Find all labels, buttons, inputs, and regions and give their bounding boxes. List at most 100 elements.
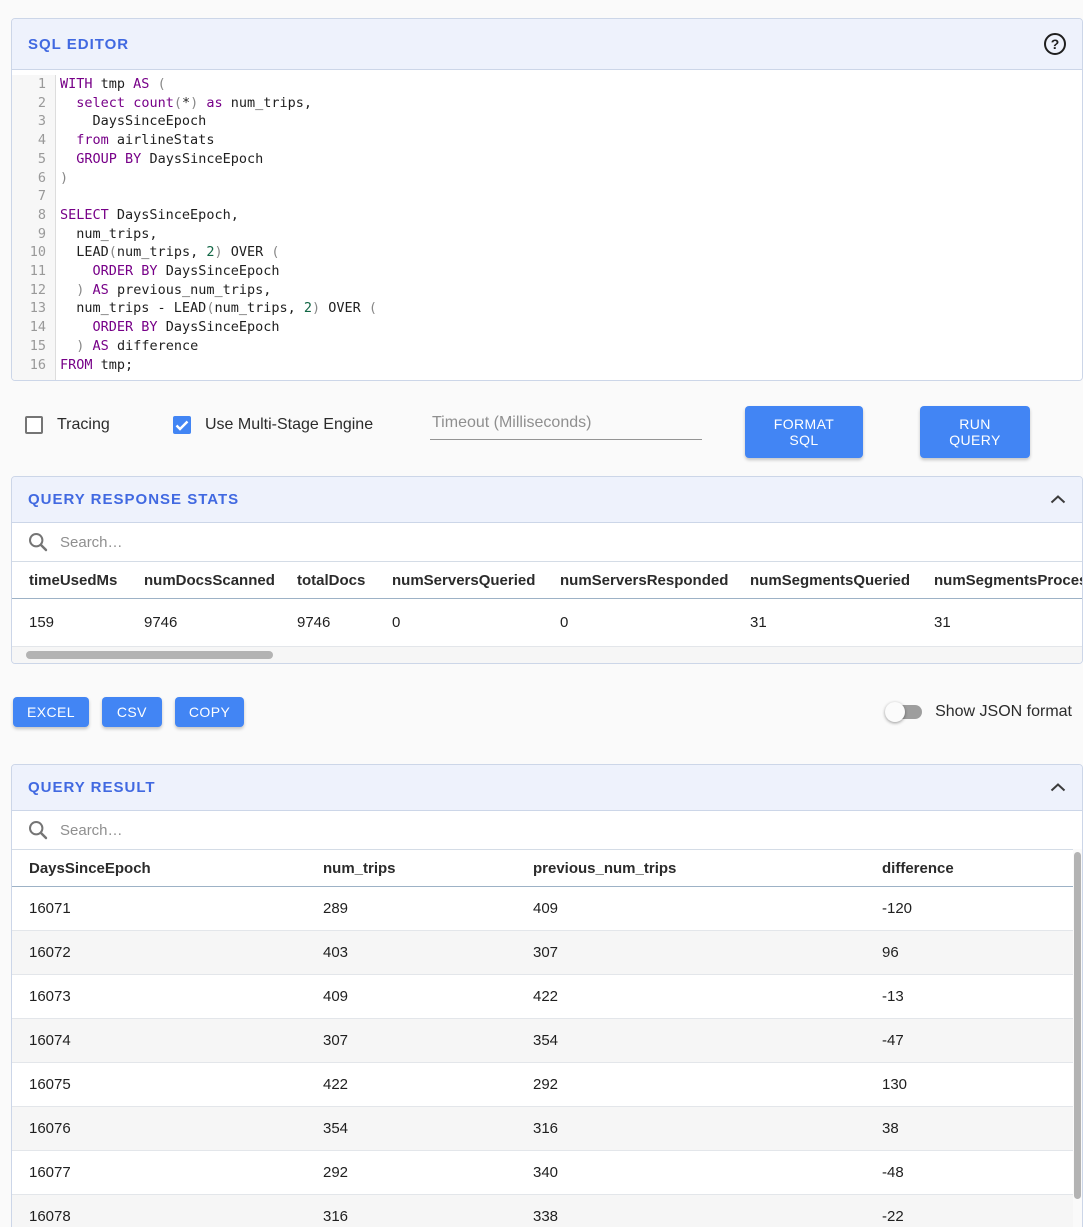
stats-search-input[interactable] bbox=[60, 534, 1066, 551]
table-cell: 130 bbox=[882, 1063, 1075, 1107]
sql-code[interactable]: WITH tmp AS ( select count(*) as num_tri… bbox=[56, 75, 377, 380]
column-header[interactable]: previous_num_trips bbox=[533, 850, 882, 887]
table-row: 1607635431638 bbox=[12, 1107, 1075, 1151]
table-row: 1607240330796 bbox=[12, 931, 1075, 975]
column-header[interactable]: totalDocs bbox=[297, 562, 392, 599]
line-number: 4 bbox=[12, 131, 46, 150]
table-row: 16073409422-13 bbox=[12, 975, 1075, 1019]
stats-horizontal-scrollbar[interactable] bbox=[12, 647, 1082, 663]
result-vertical-scrollbar[interactable] bbox=[1073, 849, 1082, 1227]
table-row: 16075422292130 bbox=[12, 1063, 1075, 1107]
json-format-toggle-group: Show JSON format bbox=[885, 702, 1072, 722]
code-line: LEAD(num_trips, 2) OVER ( bbox=[60, 243, 377, 262]
column-header[interactable]: DaysSinceEpoch bbox=[12, 850, 323, 887]
table-cell: 0 bbox=[560, 599, 750, 647]
table-cell: 292 bbox=[533, 1063, 882, 1107]
column-header[interactable]: numServersQueried bbox=[392, 562, 560, 599]
line-number: 15 bbox=[12, 337, 46, 356]
tracing-checkbox[interactable] bbox=[25, 416, 43, 434]
table-cell: 96 bbox=[882, 931, 1075, 975]
tracing-label: Tracing bbox=[57, 416, 110, 434]
tracing-control[interactable]: Tracing bbox=[25, 404, 110, 446]
column-header[interactable]: num_trips bbox=[323, 850, 533, 887]
timeout-field-wrap bbox=[430, 408, 702, 440]
export-buttons: EXCEL CSV COPY bbox=[13, 697, 244, 727]
header-row: timeUsedMsnumDocsScannedtotalDocsnumServ… bbox=[12, 562, 1082, 599]
result-search-input[interactable] bbox=[60, 822, 1066, 839]
table-row: 16078316338-22 bbox=[12, 1195, 1075, 1227]
sql-editor-title: SQL EDITOR bbox=[28, 36, 129, 53]
code-line: FROM tmp; bbox=[60, 356, 377, 375]
code-line bbox=[60, 187, 377, 206]
table-row: 16074307354-47 bbox=[12, 1019, 1075, 1063]
table-cell: 292 bbox=[323, 1151, 533, 1195]
column-header[interactable]: difference bbox=[882, 850, 1075, 887]
search-icon bbox=[28, 820, 48, 840]
line-number: 14 bbox=[12, 318, 46, 337]
line-number: 7 bbox=[12, 187, 46, 206]
code-line: ) AS difference bbox=[60, 337, 377, 356]
table-cell: -13 bbox=[882, 975, 1075, 1019]
line-number: 13 bbox=[12, 299, 46, 318]
copy-button[interactable]: COPY bbox=[175, 697, 244, 727]
code-line: select count(*) as num_trips, bbox=[60, 94, 377, 113]
line-number: 6 bbox=[12, 169, 46, 188]
sql-code-editor[interactable]: 12345678910111213141516 WITH tmp AS ( se… bbox=[12, 70, 1082, 380]
table-cell: 31 bbox=[750, 599, 934, 647]
column-header[interactable]: numSegmentsProcessed bbox=[934, 562, 1082, 599]
table-cell: 16073 bbox=[12, 975, 323, 1019]
stats-table-clip: timeUsedMsnumDocsScannedtotalDocsnumServ… bbox=[12, 561, 1082, 647]
stats-scrollbar-thumb[interactable] bbox=[26, 651, 273, 659]
table-cell: 403 bbox=[323, 931, 533, 975]
column-header[interactable]: timeUsedMs bbox=[12, 562, 144, 599]
timeout-input[interactable] bbox=[430, 408, 702, 440]
table-cell: 338 bbox=[533, 1195, 882, 1227]
help-icon[interactable]: ? bbox=[1044, 33, 1066, 55]
table-cell: 9746 bbox=[297, 599, 392, 647]
code-line: DaysSinceEpoch bbox=[60, 112, 377, 131]
query-response-stats-card: QUERY RESPONSE STATS timeUsedMsnumDocsSc… bbox=[11, 476, 1083, 664]
check-icon bbox=[175, 420, 189, 431]
column-header[interactable]: numServersResponded bbox=[560, 562, 750, 599]
result-scrollbar-thumb[interactable] bbox=[1074, 852, 1081, 1199]
export-row: EXCEL CSV COPY Show JSON format bbox=[0, 694, 1083, 730]
collapse-stats-icon[interactable] bbox=[1050, 495, 1066, 504]
line-number: 12 bbox=[12, 281, 46, 300]
code-line: from airlineStats bbox=[60, 131, 377, 150]
table-row: 16071289409-120 bbox=[12, 887, 1075, 931]
multistage-control[interactable]: Use Multi-Stage Engine bbox=[173, 404, 373, 446]
result-search-row bbox=[12, 811, 1082, 849]
line-number: 8 bbox=[12, 206, 46, 225]
sql-editor-card: SQL EDITOR ? 12345678910111213141516 WIT… bbox=[11, 18, 1083, 381]
table-cell: 16075 bbox=[12, 1063, 323, 1107]
line-number: 16 bbox=[12, 356, 46, 375]
collapse-result-icon[interactable] bbox=[1050, 783, 1066, 792]
table-cell: 316 bbox=[533, 1107, 882, 1151]
excel-button[interactable]: EXCEL bbox=[13, 697, 89, 727]
line-number: 11 bbox=[12, 262, 46, 281]
csv-button[interactable]: CSV bbox=[102, 697, 162, 727]
stats-table: timeUsedMsnumDocsScannedtotalDocsnumServ… bbox=[12, 561, 1082, 647]
multistage-label: Use Multi-Stage Engine bbox=[205, 416, 373, 434]
run-query-button[interactable]: RUN QUERY bbox=[920, 406, 1030, 458]
line-number: 5 bbox=[12, 150, 46, 169]
code-line: GROUP BY DaysSinceEpoch bbox=[60, 150, 377, 169]
format-sql-button[interactable]: FORMAT SQL bbox=[745, 406, 863, 458]
table-cell: 289 bbox=[323, 887, 533, 931]
table-cell: 159 bbox=[12, 599, 144, 647]
table-cell: 354 bbox=[323, 1107, 533, 1151]
table-cell: 307 bbox=[323, 1019, 533, 1063]
table-cell: -120 bbox=[882, 887, 1075, 931]
show-json-toggle[interactable] bbox=[885, 702, 925, 722]
code-line: SELECT DaysSinceEpoch, bbox=[60, 206, 377, 225]
table-cell: 9746 bbox=[144, 599, 297, 647]
table-cell: 16074 bbox=[12, 1019, 323, 1063]
table-cell: 422 bbox=[533, 975, 882, 1019]
header-row: DaysSinceEpochnum_tripsprevious_num_trip… bbox=[12, 850, 1075, 887]
json-toggle-label: Show JSON format bbox=[935, 703, 1072, 721]
line-number-gutter: 12345678910111213141516 bbox=[12, 75, 56, 380]
column-header[interactable]: numSegmentsQueried bbox=[750, 562, 934, 599]
table-cell: -22 bbox=[882, 1195, 1075, 1227]
multistage-checkbox[interactable] bbox=[173, 416, 191, 434]
column-header[interactable]: numDocsScanned bbox=[144, 562, 297, 599]
